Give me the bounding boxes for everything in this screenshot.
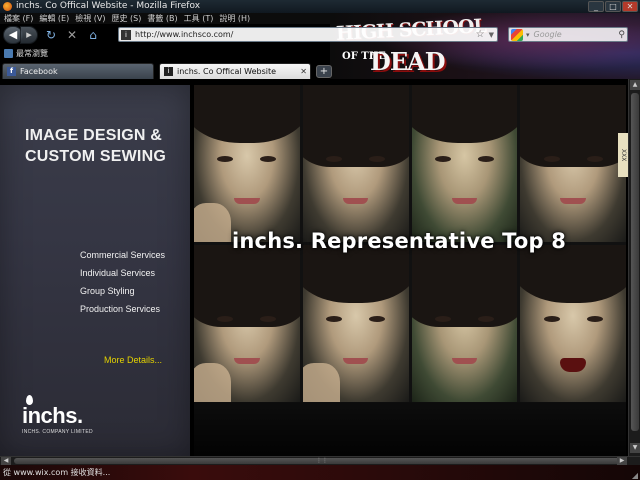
tab-title: inchs. Co Offical Website (177, 67, 277, 76)
brand-name: inchs. (22, 403, 83, 428)
tab-title: Facebook (20, 67, 58, 76)
tab-strip: f Facebook i inchs. Co Offical Website ✕… (0, 61, 640, 79)
page-headline: IMAGE DESIGN & CUSTOM SEWING (25, 125, 190, 167)
search-input[interactable]: Google (534, 30, 562, 39)
stop-icon[interactable]: ✕ (64, 27, 80, 43)
vertical-scrollbar[interactable]: ▲ ▼ (628, 79, 640, 456)
headline-line1: IMAGE DESIGN & (25, 127, 163, 144)
bookmarks-toolbar: 最常瀏覽 (0, 46, 640, 60)
portrait-photo (411, 245, 518, 402)
firefox-icon (3, 2, 12, 11)
menu-history[interactable]: 歷史 (S) (112, 13, 142, 24)
bookmark-star-icon[interactable]: ☆ (476, 29, 485, 40)
portrait-photo (194, 245, 300, 402)
reload-icon[interactable]: ↻ (43, 27, 59, 43)
horizontal-scrollbar[interactable]: ◀ ⋮⋮ ▶ (0, 456, 640, 465)
search-bar[interactable]: ▾ Google ⚲ (508, 27, 628, 42)
scroll-left-icon[interactable]: ◀ (1, 457, 11, 465)
close-tab-icon[interactable]: ✕ (300, 64, 307, 79)
site-identity-icon[interactable]: i (121, 29, 131, 40)
url-text[interactable]: http://www.inchsco.com/ (135, 30, 476, 39)
facebook-icon: f (7, 67, 16, 76)
menu-edit[interactable]: 編輯 (E) (39, 13, 69, 24)
headline-line2: CUSTOM SEWING (25, 148, 166, 165)
portrait-photo (411, 85, 518, 242)
navigation-toolbar: ◀ ▸ ↻ ✕ ⌂ i http://www.inchsco.com/ ☆ ▼ … (0, 24, 640, 46)
status-bar: 從 www.wix.com 接收資料... ◢ (0, 465, 640, 480)
portrait-photo (302, 245, 409, 402)
brand-subtitle: INCHS. COMPANY LIMITED (22, 429, 93, 435)
brand-logo[interactable]: inchs. INCHS. COMPANY LIMITED (22, 395, 93, 435)
scroll-up-icon[interactable]: ▲ (630, 80, 640, 90)
url-dropdown-icon[interactable]: ▼ (489, 31, 494, 39)
url-bar[interactable]: i http://www.inchsco.com/ ☆ ▼ (118, 27, 498, 42)
search-icon[interactable]: ⚲ (618, 30, 625, 40)
photo-reflection (194, 402, 626, 456)
portrait-photo (194, 85, 300, 242)
menu-tools[interactable]: 工具 (T) (184, 13, 214, 24)
window-controls: _ □ ✕ (588, 1, 638, 12)
services-link-group-styling[interactable]: Group Styling (80, 285, 165, 303)
portrait-photo (520, 245, 626, 402)
google-icon[interactable] (511, 28, 523, 41)
maximize-button[interactable]: □ (605, 1, 621, 12)
scroll-grip-icon: ⋮⋮ (316, 457, 328, 464)
status-text: 從 www.wix.com 接收資料... (3, 468, 111, 477)
resize-grip-icon[interactable]: ◢ (632, 468, 638, 480)
logo-drop-icon (26, 395, 33, 405)
tab-inchs[interactable]: i inchs. Co Offical Website ✕ (159, 63, 311, 79)
close-button[interactable]: ✕ (622, 1, 638, 12)
menu-bookmarks[interactable]: 書籤 (B) (147, 13, 177, 24)
more-details-link[interactable]: More Details... (104, 355, 162, 365)
services-menu: Commercial Services Individual Services … (80, 249, 165, 321)
menu-file[interactable]: 檔案 (F) (4, 13, 33, 24)
menu-help[interactable]: 說明 (H) (219, 13, 250, 24)
page-content: IMAGE DESIGN & CUSTOM SEWING Commercial … (0, 85, 628, 456)
site-icon: i (164, 67, 173, 76)
tab-facebook[interactable]: f Facebook (2, 63, 154, 79)
services-link-production[interactable]: Production Services (80, 303, 165, 321)
portrait-photo (520, 85, 626, 242)
home-icon[interactable]: ⌂ (85, 27, 101, 43)
page-viewport: IMAGE DESIGN & CUSTOM SEWING Commercial … (0, 79, 628, 456)
portrait-grid (194, 85, 626, 456)
services-link-individual[interactable]: Individual Services (80, 267, 165, 285)
vertical-scroll-thumb[interactable] (631, 93, 639, 431)
search-engine-dropdown-icon[interactable]: ▾ (526, 31, 530, 39)
left-panel: IMAGE DESIGN & CUSTOM SEWING Commercial … (0, 85, 190, 456)
menu-view[interactable]: 檢視 (V) (75, 13, 105, 24)
new-tab-button[interactable]: + (316, 65, 332, 78)
side-tab[interactable]: XXX (618, 133, 628, 177)
bookmark-folder-icon (4, 48, 13, 58)
gallery-overlay-title: inchs. Representative Top 8 (232, 229, 567, 253)
services-link-commercial[interactable]: Commercial Services (80, 249, 165, 267)
bookmark-most-visited[interactable]: 最常瀏覽 (16, 48, 48, 59)
scroll-down-icon[interactable]: ▼ (630, 443, 640, 453)
window-titlebar: inchs. Co Offical Website - Mozilla Fire… (0, 0, 640, 13)
window-title: inchs. Co Offical Website - Mozilla Fire… (16, 1, 201, 11)
scroll-right-icon[interactable]: ▶ (617, 457, 627, 465)
minimize-button[interactable]: _ (588, 1, 604, 12)
portrait-photo (302, 85, 409, 242)
forward-button[interactable]: ▸ (20, 26, 38, 44)
